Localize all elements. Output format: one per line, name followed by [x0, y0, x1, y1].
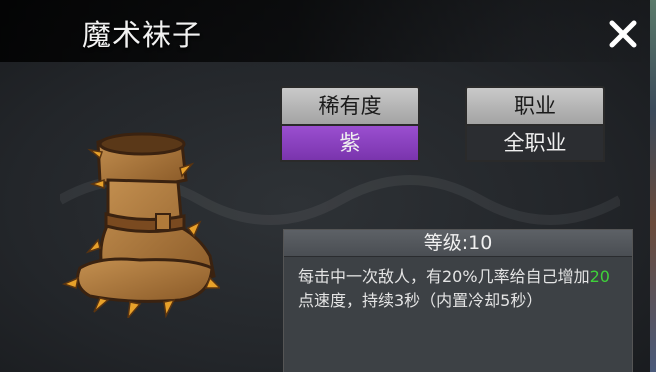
leather-boot-icon: [61, 132, 220, 318]
item-description-box: 等级:10 每击中一次敌人，有20%几率给自己增加20 点速度，持续3秒（内置冷却…: [283, 229, 633, 372]
description-highlight: 20: [589, 267, 610, 286]
description-part2: 点速度，持续3秒（内置冷却5秒）: [298, 291, 543, 310]
class-label: 职业: [465, 86, 605, 126]
close-icon: [609, 20, 637, 48]
class-box: 职业 全职业: [465, 86, 605, 162]
class-value: 全职业: [465, 126, 605, 162]
item-title: 魔术袜子: [82, 18, 203, 52]
rarity-box: 稀有度 紫: [280, 86, 420, 162]
close-button[interactable]: [603, 14, 643, 54]
level-label: 等级:10: [284, 230, 632, 257]
description-part1: 每击中一次敌人，有20%几率给自己增加: [298, 267, 590, 286]
item-detail-panel: 魔术袜子 稀有度 紫 职业 全职业 等级:10 每击中一次敌人，有20%几率给自…: [0, 0, 656, 372]
description-text: 每击中一次敌人，有20%几率给自己增加20 点速度，持续3秒（内置冷却5秒）: [284, 257, 632, 313]
rarity-label: 稀有度: [280, 86, 420, 126]
rarity-value: 紫: [280, 126, 420, 162]
